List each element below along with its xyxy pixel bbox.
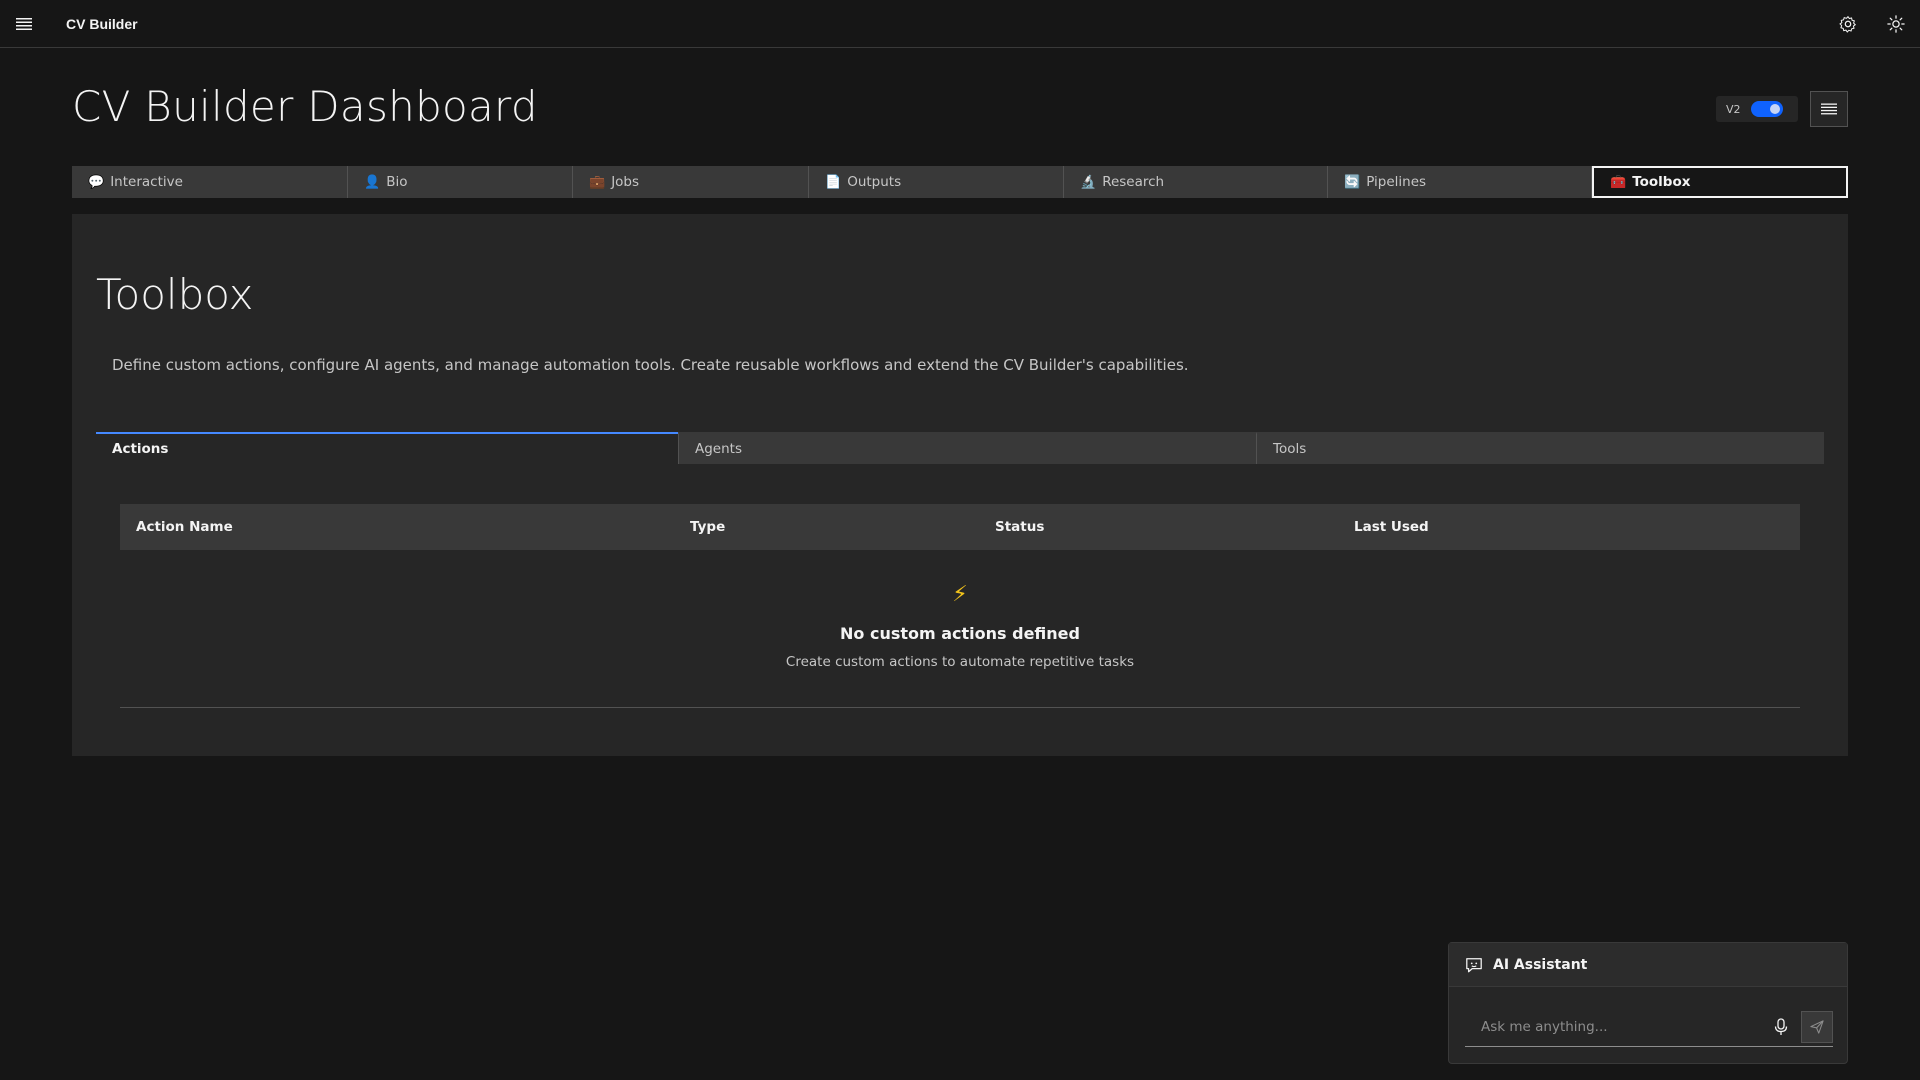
tab-bio[interactable]: 👤 Bio xyxy=(348,166,573,198)
toolbox-panel: Toolbox Define custom actions, configure… xyxy=(72,214,1848,756)
assistant-title: AI Assistant xyxy=(1493,956,1588,973)
tab-jobs[interactable]: 💼 Jobs xyxy=(573,166,809,198)
assistant-input[interactable] xyxy=(1465,1006,1765,1047)
tab-label: Outputs xyxy=(847,174,902,190)
version-switch[interactable] xyxy=(1750,101,1783,117)
ai-assistant-widget: AI Assistant xyxy=(1448,942,1848,1064)
switch-knob xyxy=(1769,104,1780,114)
microscope-icon: 🔬 xyxy=(1080,174,1097,190)
settings-button[interactable] xyxy=(1824,0,1872,48)
list-icon xyxy=(1821,103,1837,115)
tab-pipelines[interactable]: 🔄 Pipelines xyxy=(1328,166,1592,198)
main-tab-bar: 💬 Interactive 👤 Bio 💼 Jobs 📄 Outputs 🔬 R… xyxy=(72,166,1848,198)
tab-toolbox[interactable]: 🧰 Toolbox xyxy=(1592,166,1848,198)
version-label: V2 xyxy=(1726,102,1741,116)
tab-research[interactable]: 🔬 Research xyxy=(1064,166,1328,198)
subtab-tools[interactable]: Tools xyxy=(1256,432,1824,464)
column-header-status[interactable]: Status xyxy=(979,519,1338,535)
column-header-type[interactable]: Type xyxy=(674,519,979,535)
lightning-icon: ⚡ xyxy=(952,582,968,607)
document-icon: 📄 xyxy=(825,174,842,190)
subtab-actions[interactable]: Actions xyxy=(96,432,678,464)
list-view-button[interactable] xyxy=(1810,91,1848,127)
briefcase-icon: 💼 xyxy=(589,174,606,190)
send-button[interactable] xyxy=(1801,1010,1833,1043)
top-navigation-bar: CV Builder xyxy=(0,0,1920,48)
section-description: Define custom actions, configure AI agen… xyxy=(112,356,1189,374)
tab-label: Jobs xyxy=(611,174,640,190)
microphone-icon xyxy=(1774,1017,1788,1035)
microphone-button[interactable] xyxy=(1765,1011,1797,1043)
version-toggle[interactable]: V2 xyxy=(1716,96,1798,122)
empty-state: ⚡ No custom actions defined Create custo… xyxy=(120,550,1800,708)
assistant-input-row xyxy=(1465,1006,1833,1047)
chat-bubble-icon: 💬 xyxy=(88,174,105,190)
section-title: Toolbox xyxy=(96,270,254,319)
empty-state-title: No custom actions defined xyxy=(840,624,1080,643)
toolbox-sub-tabs: Actions Agents Tools xyxy=(96,432,1824,464)
assistant-header[interactable]: AI Assistant xyxy=(1449,943,1847,987)
tab-label: Pipelines xyxy=(1366,174,1427,190)
chat-bot-icon xyxy=(1466,957,1482,972)
column-header-action-name[interactable]: Action Name xyxy=(120,519,674,535)
refresh-icon: 🔄 xyxy=(1344,174,1361,190)
tab-label: Bio xyxy=(386,174,408,190)
actions-table: Action Name Type Status Last Used ⚡ No c… xyxy=(120,504,1800,708)
theme-sun-icon xyxy=(1887,15,1905,33)
tab-label: Research xyxy=(1102,174,1165,190)
person-icon: 👤 xyxy=(364,174,381,190)
hamburger-menu-button[interactable] xyxy=(0,0,48,48)
theme-toggle-button[interactable] xyxy=(1872,0,1920,48)
menu-icon xyxy=(16,17,32,30)
subtab-agents[interactable]: Agents xyxy=(678,432,1256,464)
tab-label: Interactive xyxy=(110,174,183,190)
tab-label: Toolbox xyxy=(1632,174,1691,190)
send-icon xyxy=(1810,1019,1824,1034)
app-name[interactable]: CV Builder xyxy=(66,16,138,32)
settings-icon xyxy=(1839,15,1857,33)
table-header: Action Name Type Status Last Used xyxy=(120,504,1800,550)
empty-state-subtitle: Create custom actions to automate repeti… xyxy=(785,654,1135,670)
tab-interactive[interactable]: 💬 Interactive xyxy=(72,166,348,198)
toolbox-icon: 🧰 xyxy=(1610,174,1627,190)
column-header-last-used[interactable]: Last Used xyxy=(1338,519,1638,535)
page-title: CV Builder Dashboard xyxy=(72,82,538,131)
tab-outputs[interactable]: 📄 Outputs xyxy=(809,166,1064,198)
